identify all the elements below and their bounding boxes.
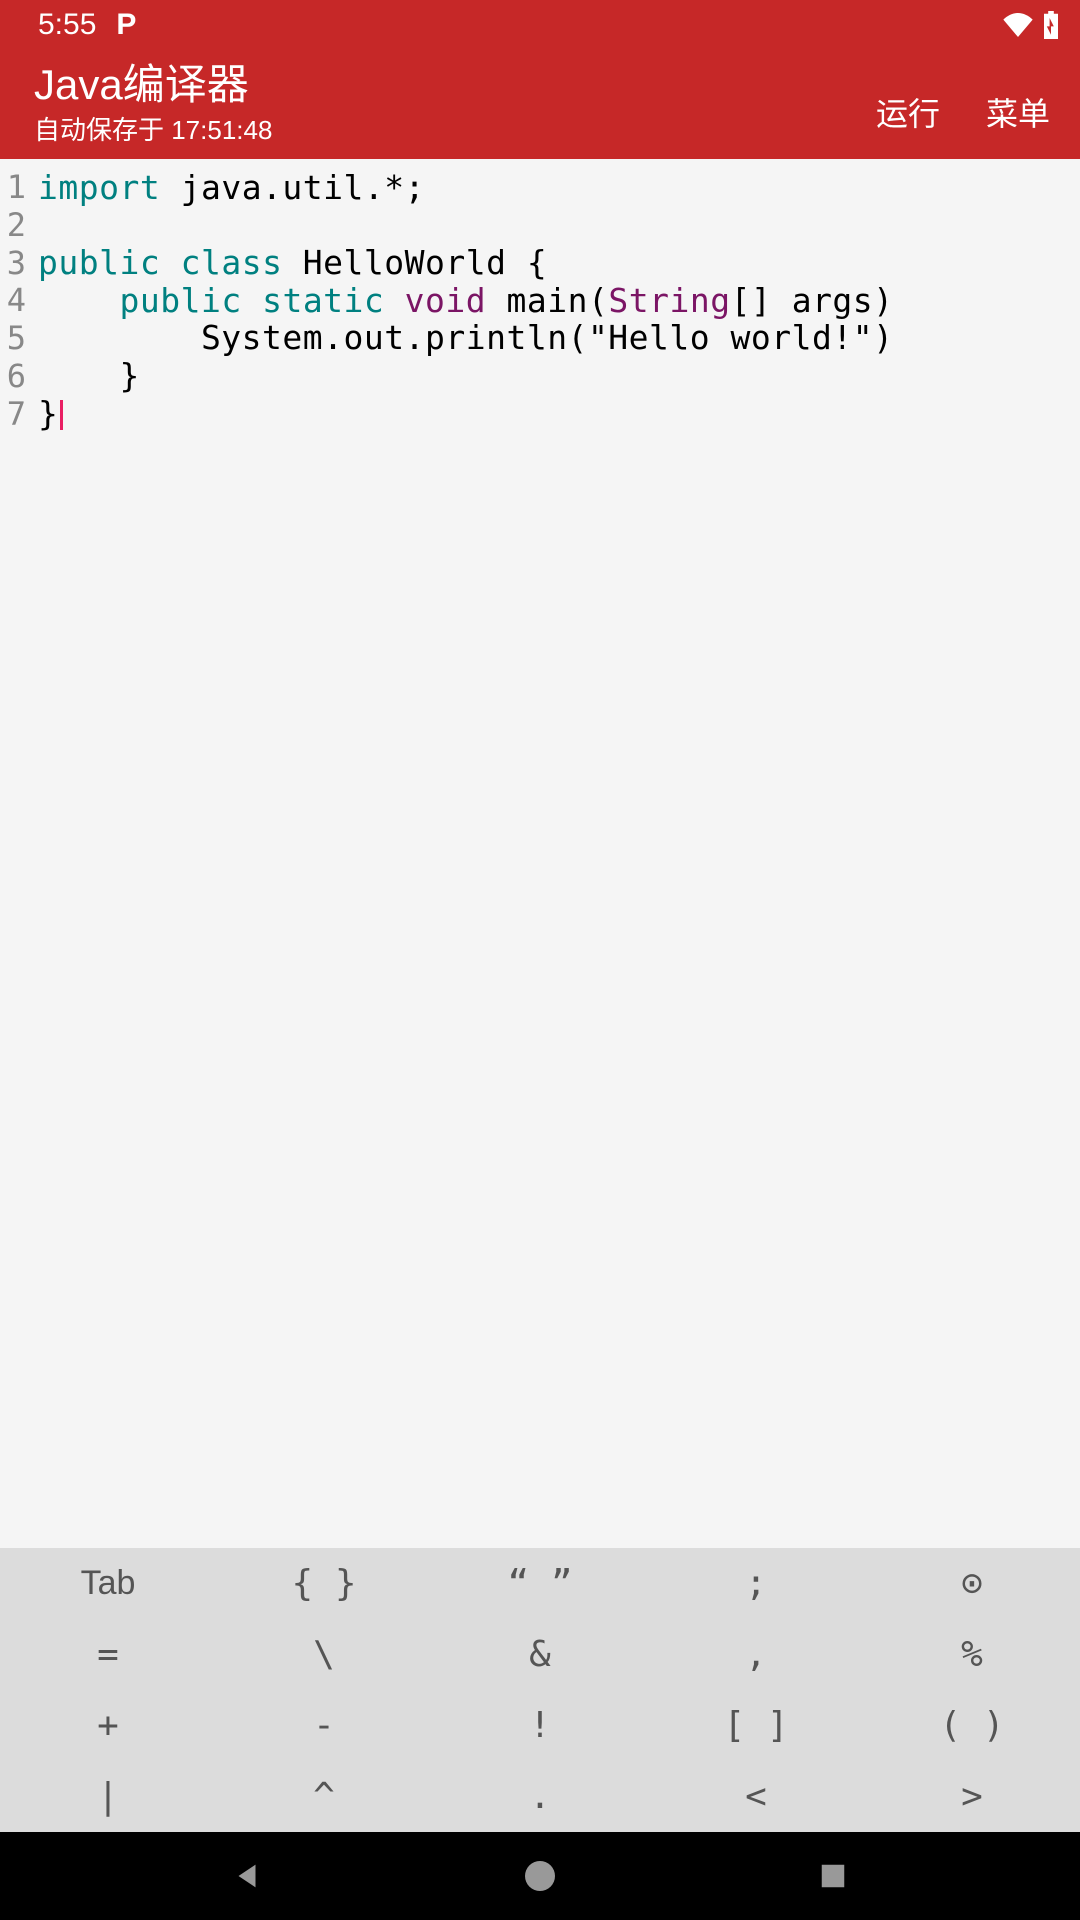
symbol-key-19[interactable]: > [864, 1761, 1080, 1832]
app-title: Java编译器 [34, 62, 272, 108]
symbol-key-2[interactable]: “ ” [432, 1548, 648, 1619]
menu-button[interactable]: 菜单 [986, 89, 1050, 135]
symbol-key-13[interactable]: [ ] [648, 1690, 864, 1761]
line-number: 3 [0, 245, 26, 283]
symbol-key-1[interactable]: { } [216, 1548, 432, 1619]
home-button[interactable] [518, 1854, 562, 1898]
symbol-key-0[interactable]: Tab [0, 1548, 216, 1619]
symbol-key-18[interactable]: < [648, 1761, 864, 1832]
code-content[interactable]: import java.util.*; public class HelloWo… [30, 159, 1080, 1548]
status-left: 5:55 P [38, 8, 136, 42]
app-subtitle: 自动保存于 17:51:48 [34, 110, 272, 147]
code-line[interactable]: } [38, 395, 1080, 433]
status-time: 5:55 [38, 8, 96, 42]
symbol-key-17[interactable]: . [432, 1761, 648, 1832]
recent-button[interactable] [811, 1854, 855, 1898]
line-number: 7 [0, 396, 26, 434]
symbol-key-6[interactable]: \ [216, 1619, 432, 1690]
status-bar: 5:55 P [0, 0, 1080, 50]
code-line[interactable]: public class HelloWorld { [38, 244, 1080, 282]
symbol-toolbar: Tab{ }“ ”;⊙ =\&,% +-![ ]( ) |^.<> [0, 1548, 1080, 1832]
code-line[interactable]: public static void main(String[] args) [38, 282, 1080, 320]
app-bar-left: Java编译器 自动保存于 17:51:48 [34, 62, 272, 147]
run-button[interactable]: 运行 [876, 89, 940, 135]
symbol-key-16[interactable]: ^ [216, 1761, 432, 1832]
code-line[interactable]: System.out.println("Hello world!") [38, 319, 1080, 357]
line-number: 1 [0, 169, 26, 207]
navigation-bar [0, 1832, 1080, 1920]
line-number-gutter: 1234567 [0, 159, 30, 1548]
symbol-key-14[interactable]: ( ) [864, 1690, 1080, 1761]
symbol-key-3[interactable]: ; [648, 1548, 864, 1619]
symbol-key-11[interactable]: - [216, 1690, 432, 1761]
code-editor[interactable]: 1234567 import java.util.*; public class… [0, 159, 1080, 1548]
app-bar: Java编译器 自动保存于 17:51:48 运行 菜单 [0, 50, 1080, 159]
code-line[interactable] [38, 207, 1080, 245]
back-button[interactable] [225, 1854, 269, 1898]
symbol-key-10[interactable]: + [0, 1690, 216, 1761]
symbol-key-15[interactable]: | [0, 1761, 216, 1832]
symbol-key-7[interactable]: & [432, 1619, 648, 1690]
line-number: 5 [0, 320, 26, 358]
status-app-indicator: P [116, 8, 136, 42]
symbol-key-4[interactable]: ⊙ [864, 1548, 1080, 1619]
battery-charging-icon [1042, 11, 1060, 39]
symbol-key-12[interactable]: ! [432, 1690, 648, 1761]
line-number: 4 [0, 282, 26, 320]
line-number: 6 [0, 358, 26, 396]
status-right [1002, 11, 1060, 39]
wifi-icon [1002, 13, 1034, 37]
text-cursor [60, 400, 63, 430]
symbol-key-9[interactable]: % [864, 1619, 1080, 1690]
symbol-key-8[interactable]: , [648, 1619, 864, 1690]
symbol-key-5[interactable]: = [0, 1619, 216, 1690]
line-number: 2 [0, 207, 26, 245]
app-bar-actions: 运行 菜单 [876, 89, 1050, 135]
code-line[interactable]: import java.util.*; [38, 169, 1080, 207]
code-line[interactable]: } [38, 357, 1080, 395]
